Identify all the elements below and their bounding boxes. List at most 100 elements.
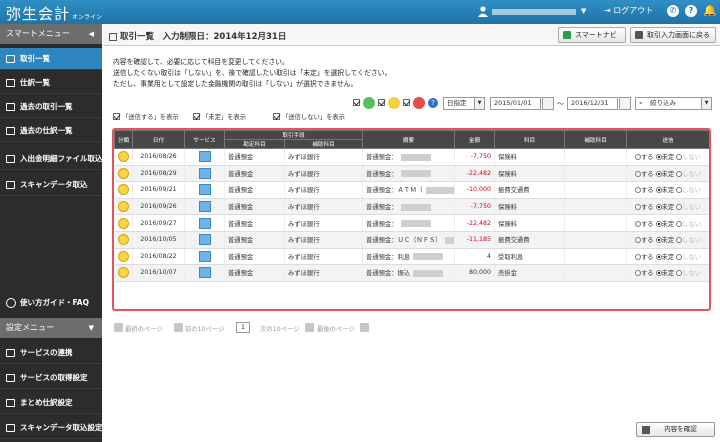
sidebar-item-file-import[interactable]: 入出金明細ファイル取込 (0, 148, 102, 170)
summary-cell: 普通預金： (362, 214, 456, 232)
bank-service-icon (198, 167, 211, 179)
next-10-icon[interactable] (305, 323, 314, 332)
means-sub-cell: みずほ銀行 (284, 165, 364, 183)
header-status: 分類 (114, 130, 133, 149)
show-pending-option[interactable]: 「未定」を表示 (193, 112, 246, 121)
last-page-link[interactable]: 最後のページ (317, 324, 355, 333)
first-page-link[interactable]: 最初のページ (125, 324, 163, 333)
send-cell: する 未定 しない (626, 198, 709, 216)
filter-happy-checkbox[interactable] (353, 99, 360, 106)
means-sub-cell: みずほ銀行 (284, 248, 364, 266)
show-pending-checkbox[interactable] (193, 113, 200, 120)
sidebar-item-scan-settings[interactable]: スキャンデータ取込設定 (0, 417, 102, 439)
sub-account-cell[interactable] (564, 165, 628, 183)
send-radio-label: する (640, 154, 654, 162)
confirm-button[interactable]: 内容を確認 (636, 422, 715, 437)
next-10-link[interactable]: 次の10ページ (260, 324, 299, 333)
sidebar-item-service-settings[interactable]: サービスの取得設定 (0, 367, 102, 389)
date-cell: 2016/08/26 (132, 148, 185, 166)
sub-account-cell[interactable] (564, 181, 628, 199)
means-sub-cell: みずほ銀行 (284, 214, 364, 232)
account-cell[interactable]: 振費交通費 (494, 231, 566, 249)
page-icon (109, 32, 117, 41)
smart-navi-button[interactable]: スマートナビ (558, 27, 626, 43)
means-account-cell: 普通預金 (224, 198, 285, 216)
sidebar-item-journal[interactable]: 仕訳一覧 (0, 72, 102, 94)
show-nosend-option[interactable]: 「送信しない」を表示 (273, 112, 345, 121)
account-cell[interactable]: 保険料 (494, 198, 566, 216)
service-cell (184, 248, 225, 266)
account-cell[interactable]: 売掛金 (494, 264, 566, 282)
filter-neutral-checkbox[interactable] (378, 99, 385, 106)
settings-menu-header[interactable]: 設定メニュー ▼ (0, 318, 102, 338)
current-page[interactable]: 1 (236, 322, 250, 333)
transactions-table: 分類 日付 サービス 取引手段 摘要 金額 科目 補助科目 送信 勘定科目 補助… (112, 128, 711, 311)
sidebar-item-bulk-journal[interactable]: まとめ仕訳設定 (0, 392, 102, 414)
help-icon[interactable]: ? (428, 98, 438, 108)
date-to-input[interactable]: 2016/12/31 (567, 97, 618, 110)
bank-service-icon (198, 201, 211, 213)
redacted-text (400, 153, 431, 161)
send-radio-label: する (640, 187, 654, 195)
smart-menu-header[interactable]: スマートメニュー ◀ (0, 24, 102, 44)
account-cell[interactable]: 保険料 (494, 148, 566, 166)
pagination: 最初のページ 前の10ページ 1 次の10ページ 最後のページ (114, 322, 414, 334)
header-date[interactable]: 日付 (132, 130, 185, 149)
sidebar-item-service-link[interactable]: サービスの連携 (0, 342, 102, 364)
help-icon[interactable]: ? (685, 5, 697, 17)
sidebar-item-past-transactions[interactable]: 過去の取引一覧 (0, 96, 102, 118)
sub-account-cell[interactable] (564, 231, 628, 249)
calendar-icon[interactable] (619, 97, 631, 110)
back-to-input-button[interactable]: 取引入力画面に戻る (630, 27, 716, 43)
sidebar-item-help[interactable]: 使い方ガイド・FAQ (0, 292, 102, 314)
bank-service-icon (198, 250, 211, 262)
summary-cell: 普通預金：利息 (362, 248, 456, 266)
sub-account-cell[interactable] (564, 248, 628, 266)
account-cell[interactable]: 振費交通費 (494, 181, 566, 199)
amount-cell: -22,482 (454, 214, 496, 232)
account-cell[interactable]: 保険料 (494, 214, 566, 232)
sidebar-item-transactions[interactable]: 取引一覧 (0, 48, 102, 70)
sub-account-cell[interactable] (564, 214, 628, 232)
means-account-cell: 普通預金 (224, 181, 285, 199)
send-radio-label: 未定 (661, 170, 675, 178)
first-page-icon[interactable] (114, 323, 123, 332)
sidebar-item-past-journal[interactable]: 過去の仕訳一覧 (0, 120, 102, 142)
last-page-icon[interactable] (360, 323, 369, 332)
send-radio-label: する (640, 270, 654, 278)
header-send: 送信 (626, 130, 709, 149)
bell-icon[interactable]: 🔔 (703, 5, 717, 17)
support-icon[interactable]: ✆ (667, 5, 679, 17)
logout-button[interactable]: ⇥ ログアウト (604, 5, 653, 16)
back-icon (635, 31, 643, 39)
sub-account-cell[interactable] (564, 264, 628, 282)
show-nosend-checkbox[interactable] (273, 113, 280, 120)
filter-sad-checkbox[interactable] (403, 99, 410, 106)
sub-account-cell[interactable] (564, 198, 628, 216)
prev-10-link[interactable]: 前の10ページ (185, 324, 224, 333)
header-means-account: 勘定科目 (224, 139, 285, 149)
show-send-checkbox[interactable] (113, 113, 120, 120)
instructions: 内容を確認して、必要に応じて科目を変更してください。 送信したくない取引は「しな… (113, 58, 392, 88)
status-cell (114, 148, 133, 166)
narrow-down-select[interactable]: ⌕ 絞り込み ▼ (635, 97, 712, 110)
sidebar-item-scan-import[interactable]: スキャンデータ取込 (0, 174, 102, 196)
user-menu[interactable]: ▼ (478, 6, 588, 18)
summary-cell: 普通預金： (362, 148, 456, 166)
date-cell: 2016/09/26 (132, 198, 185, 216)
status-cell (114, 231, 133, 249)
navi-icon (563, 31, 571, 39)
calendar-icon[interactable] (542, 97, 554, 110)
neutral-face-icon (388, 97, 400, 109)
account-cell[interactable]: 保険料 (494, 165, 566, 183)
sub-account-cell[interactable] (564, 148, 628, 166)
tag-icon (6, 399, 15, 407)
date-mode-select[interactable]: 日指定 ▼ (443, 97, 485, 110)
date-cell: 2016/09/21 (132, 181, 185, 199)
account-cell[interactable]: 受取利息 (494, 248, 566, 266)
redacted-text (425, 186, 454, 194)
prev-10-icon[interactable] (174, 323, 183, 332)
show-send-option[interactable]: 「送信する」を表示 (113, 112, 179, 121)
date-from-input[interactable]: 2015/01/01 (490, 97, 541, 110)
send-radio-label: しない (682, 170, 702, 178)
